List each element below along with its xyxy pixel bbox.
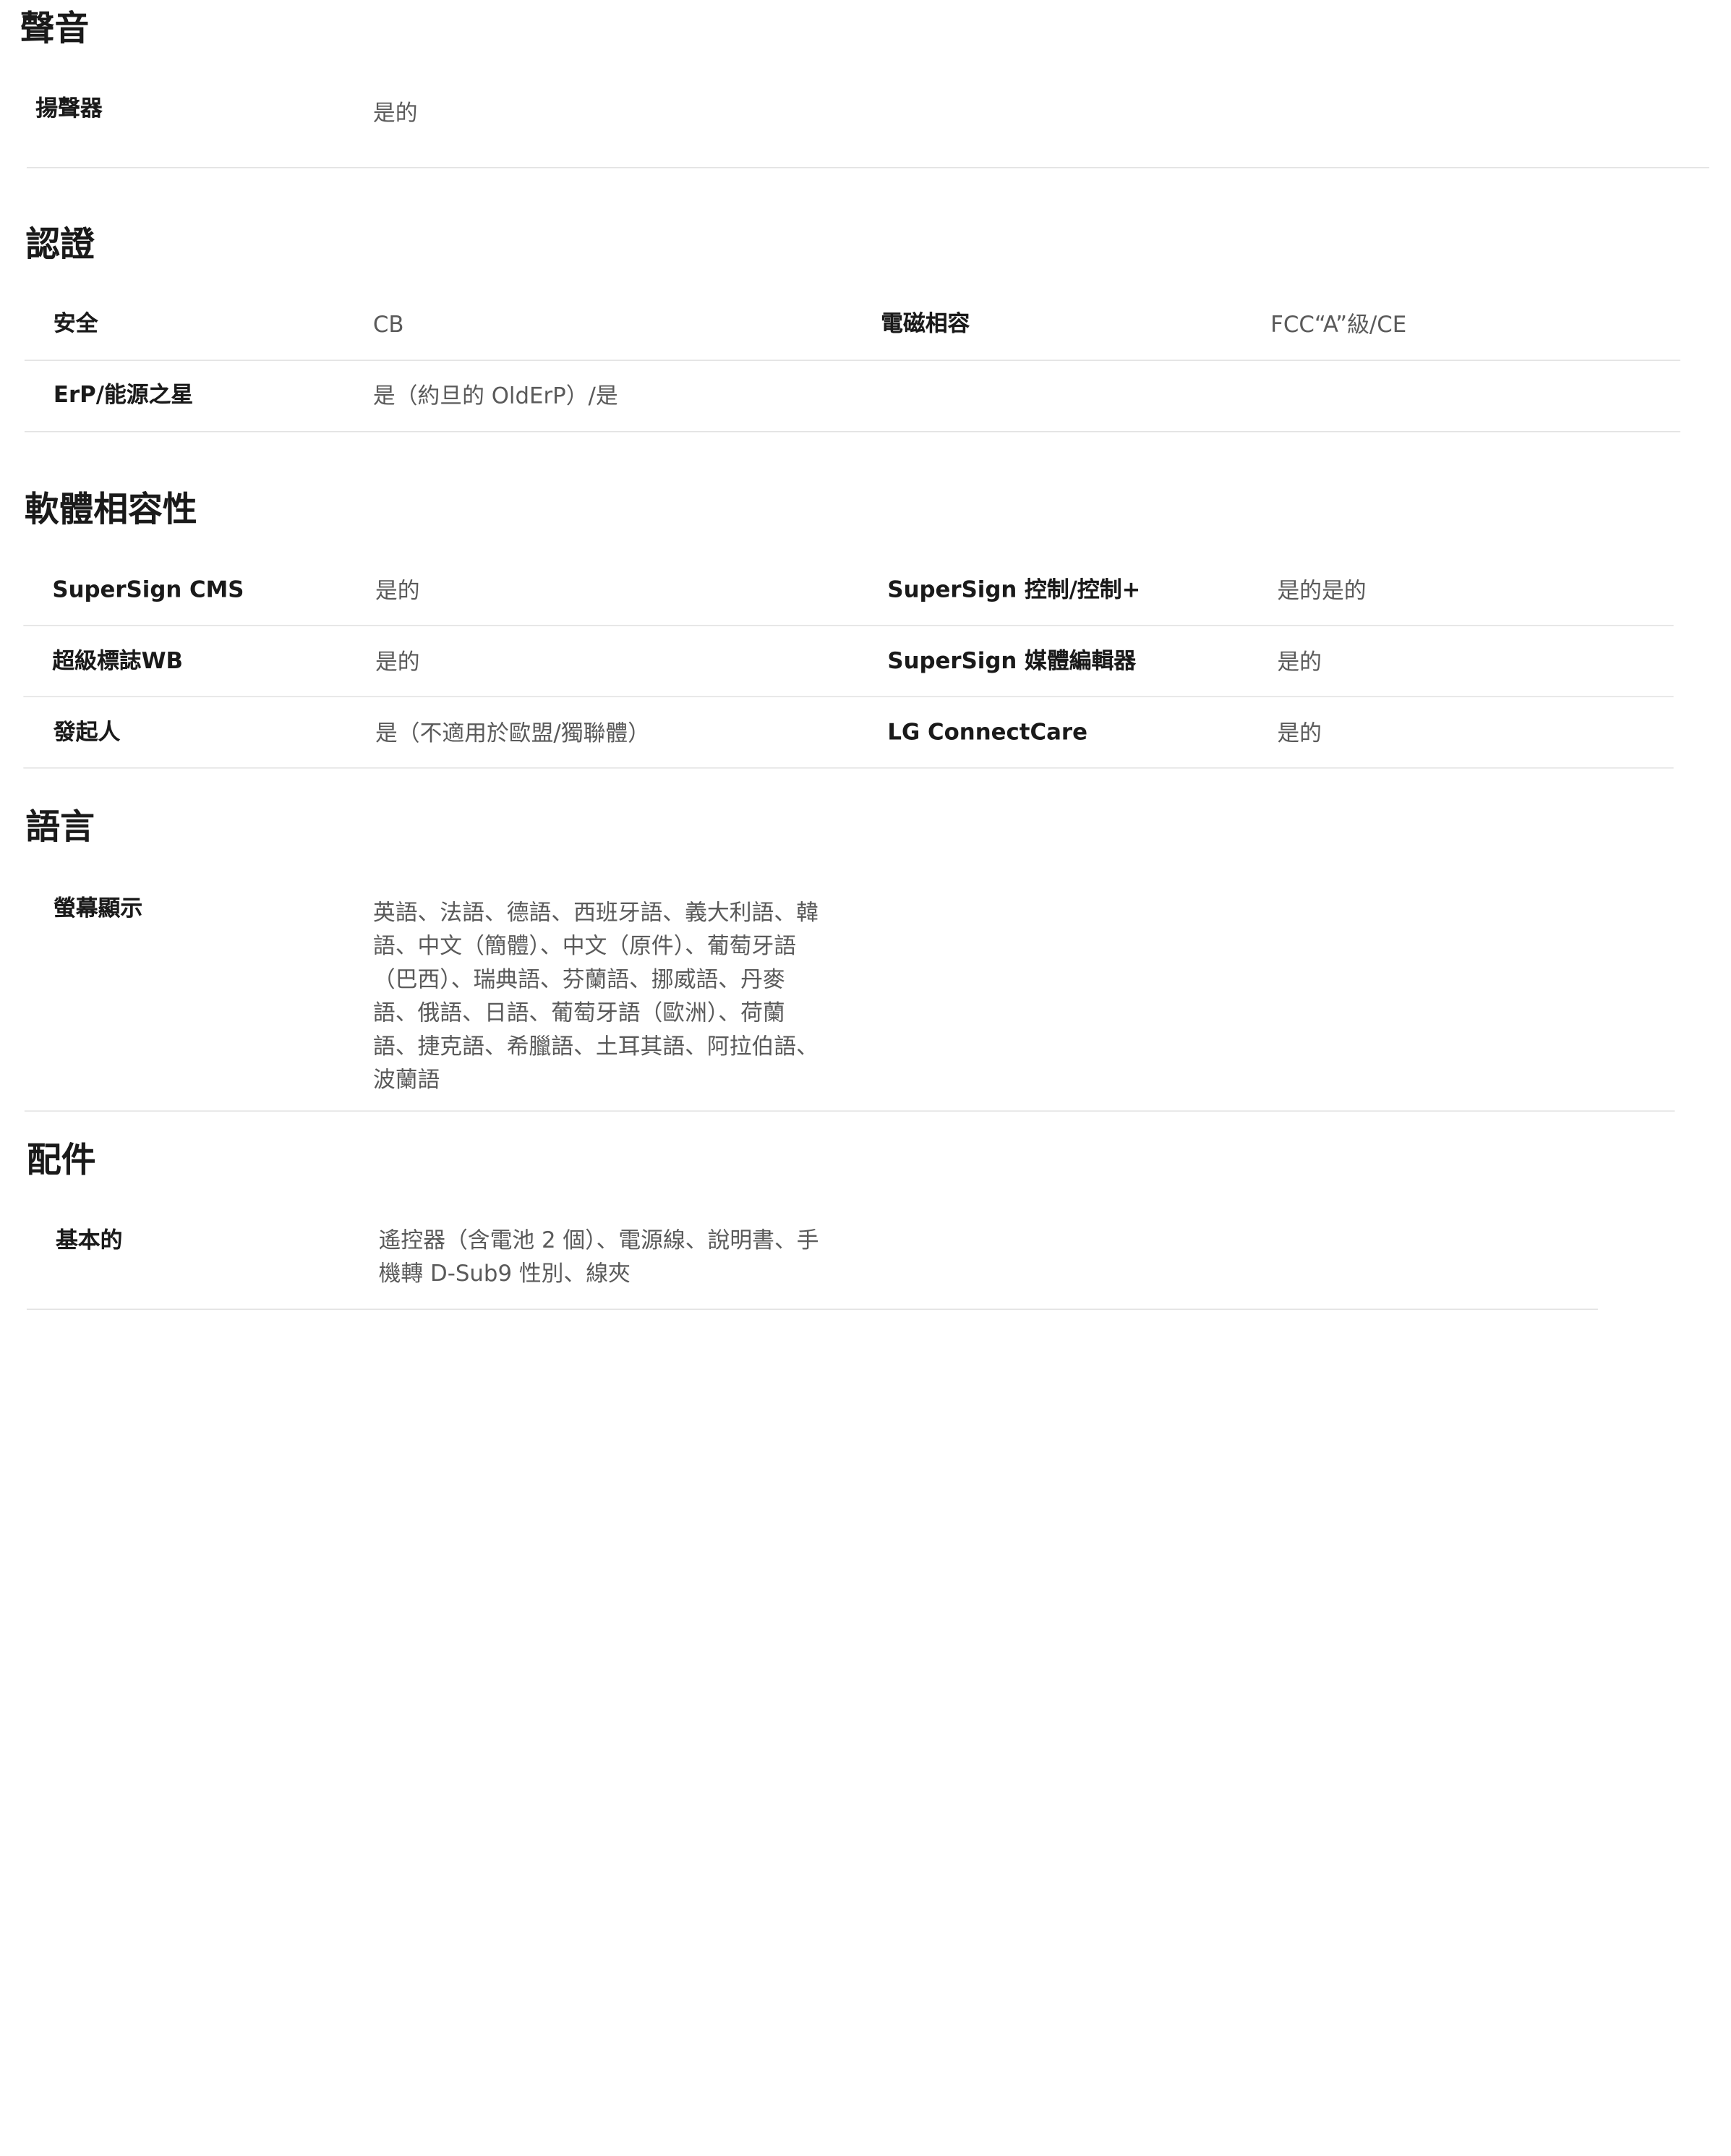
- spec-value-supersign-wb: 是的: [375, 648, 420, 676]
- row-divider: [23, 767, 1674, 769]
- section-title-language: 語言: [25, 807, 95, 848]
- spec-label-osd: 螢幕顯示: [53, 894, 143, 921]
- spec-value-basic: 遙控器（含電池 2 個）、電源線、說明書、手機轉 D-Sub9 性別、線夾: [378, 1226, 819, 1287]
- spec-value-speaker: 是的: [372, 99, 418, 127]
- spec-value-supersign-media-editor: 是的: [1277, 648, 1322, 676]
- section-title-sound: 聲音: [20, 9, 90, 49]
- row-divider: [24, 430, 1680, 433]
- spec-page: 聲音 揚聲器 是的 認證 安全 CB 電磁相容 FCC“A”級/CE ErP/能…: [0, 0, 1731, 2156]
- section-title-certification: 認證: [25, 225, 95, 265]
- spec-value-supersign-control: 是的是的: [1277, 576, 1367, 604]
- spec-label-lg-connectcare: LG ConnectCare: [887, 718, 1087, 746]
- row-divider: [24, 1110, 1675, 1112]
- section-title-software: 軟體相容性: [24, 490, 197, 531]
- spec-label-basic: 基本的: [56, 1226, 123, 1253]
- spec-label-supersign-control: SuperSign 控制/控制+: [887, 576, 1141, 603]
- spec-label-promoter: 發起人: [53, 718, 121, 746]
- spec-value-erp-energy-star: 是（約旦的 OldErP）/是: [372, 382, 618, 409]
- spec-label-emc: 電磁相容: [881, 310, 970, 337]
- spec-label-safety: 安全: [53, 310, 98, 337]
- row-divider: [26, 167, 1709, 169]
- row-divider: [23, 624, 1674, 626]
- spec-label-supersign-cms: SuperSign CMS: [52, 576, 244, 603]
- spec-value-emc: FCC“A”級/CE: [1270, 310, 1407, 338]
- spec-value-promoter: 是（不適用於歐盟/獨聯體）: [375, 719, 650, 746]
- spec-value-lg-connectcare: 是的: [1277, 719, 1322, 746]
- section-title-accessories: 配件: [26, 1140, 96, 1181]
- spec-value-supersign-cms: 是的: [375, 576, 420, 604]
- row-divider: [23, 696, 1674, 698]
- row-divider: [24, 359, 1680, 361]
- spec-label-supersign-wb: 超級標誌WB: [52, 647, 184, 674]
- spec-value-safety: CB: [372, 310, 404, 338]
- spec-label-speaker: 揚聲器: [35, 94, 103, 122]
- spec-label-supersign-media-editor: SuperSign 媒體編輯器: [887, 647, 1137, 674]
- spec-label-erp-energy-star: ErP/能源之星: [53, 380, 194, 408]
- spec-value-osd: 英語、法語、德語、西班牙語、義大利語、韓語、中文（簡體）、中文（原件）、葡萄牙語…: [372, 898, 819, 1093]
- row-divider: [26, 1308, 1598, 1311]
